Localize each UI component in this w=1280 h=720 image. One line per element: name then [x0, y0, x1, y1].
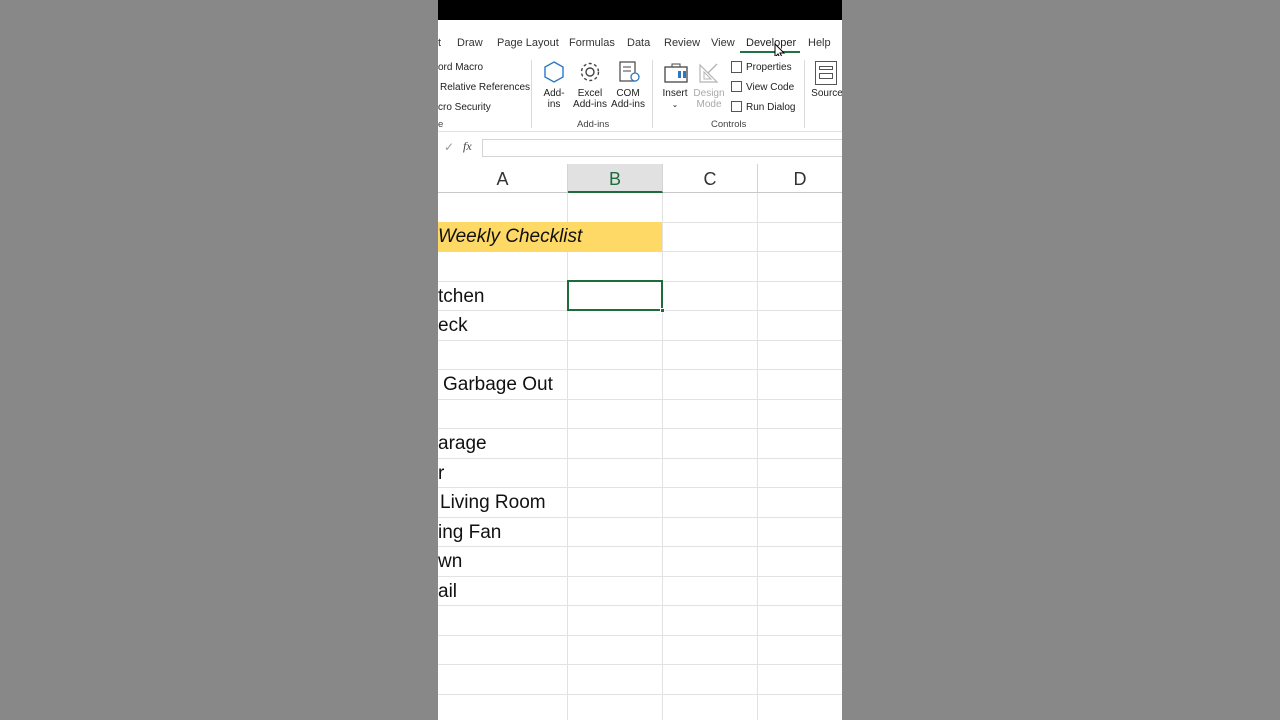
insert-label: Insert [662, 88, 688, 99]
column-header-d[interactable]: D [758, 164, 842, 193]
gridline-vertical [662, 193, 663, 720]
com-addins-button[interactable]: COM Add-ins [610, 88, 646, 110]
com-addins-icon [617, 60, 641, 84]
gridline-vertical [567, 193, 568, 720]
tab-developer[interactable]: Developer [746, 37, 796, 49]
cell-a[interactable]: wn [438, 547, 567, 576]
run-dialog-button[interactable]: Run Dialog [746, 102, 795, 113]
column-header-b[interactable]: B [568, 164, 663, 193]
table-row: Living Room [438, 488, 842, 518]
addins-icon [542, 60, 566, 84]
table-row: eck [438, 311, 842, 341]
title-bar [438, 0, 842, 20]
tab-page-layout[interactable]: Page Layout [497, 37, 559, 49]
table-row [438, 193, 842, 223]
com-addins-label-2: Add-ins [611, 99, 645, 110]
cell-a[interactable] [438, 252, 567, 281]
table-row [438, 665, 842, 695]
com-addins-label-1: COM [616, 88, 640, 99]
tab-review[interactable]: Review [664, 37, 700, 49]
formula-input[interactable] [482, 139, 842, 157]
view-code-icon [731, 81, 742, 92]
record-macro-button[interactable]: ord Macro [438, 62, 483, 73]
cell-a[interactable] [438, 665, 567, 694]
table-row: ing Fan [438, 518, 842, 547]
cell-a[interactable]: arage [438, 429, 567, 458]
cell-a[interactable]: Garbage Out [438, 370, 567, 399]
cell-a[interactable]: ing Fan [438, 518, 567, 547]
chevron-down-icon: ⌄ [671, 100, 679, 109]
excel-window: t Draw Page Layout Formulas Data Review … [438, 0, 842, 720]
tab-data[interactable]: Data [627, 37, 650, 49]
group-separator [652, 60, 653, 128]
ribbon: ord Macro Relative References cro Securi… [438, 56, 842, 132]
active-cell-b4[interactable] [567, 280, 665, 313]
gear-icon [578, 60, 602, 84]
excel-addins-button[interactable]: Excel Add-ins [572, 88, 608, 110]
source-button[interactable]: Source [810, 88, 842, 99]
excel-addins-label-2: Add-ins [573, 99, 607, 110]
group-separator [531, 60, 532, 128]
table-row [438, 400, 842, 429]
view-code-button[interactable]: View Code [746, 82, 794, 93]
cell-a[interactable] [438, 606, 567, 635]
cell-a[interactable]: Living Room [438, 488, 567, 517]
cell-a[interactable]: tchen [438, 282, 567, 311]
source-icon [815, 61, 837, 85]
tab-formulas[interactable]: Formulas [569, 37, 615, 49]
addins-label-2: ins [547, 99, 561, 110]
tab-view[interactable]: View [711, 37, 735, 49]
properties-button[interactable]: Properties [746, 62, 792, 73]
insert-controls-button[interactable]: Insert ⌄ [660, 88, 690, 110]
design-mode-icon [697, 61, 721, 85]
cell-a[interactable] [438, 193, 567, 222]
active-tab-underline [740, 51, 800, 53]
fill-handle[interactable] [660, 308, 665, 313]
tab-insert-partial[interactable]: t [438, 37, 441, 49]
table-row: ail [438, 577, 842, 606]
table-row: Garbage Out [438, 370, 842, 400]
design-mode-button[interactable]: Design Mode [691, 88, 727, 110]
spreadsheet-grid: A B C D tchen eck Garbage Out arage r Living … [438, 164, 842, 720]
enter-check-icon[interactable]: ✓ [444, 140, 454, 154]
table-row [438, 341, 842, 370]
cell-a[interactable] [438, 400, 567, 429]
cell-a[interactable] [438, 341, 567, 370]
gridline-vertical [757, 193, 758, 720]
controls-group-label: Controls [711, 119, 747, 130]
table-row [438, 636, 842, 665]
cell-a[interactable]: r [438, 459, 567, 488]
table-row: wn [438, 547, 842, 577]
column-header-a[interactable]: A [438, 164, 568, 193]
table-row [438, 695, 842, 720]
design-mode-label-2: Mode [696, 99, 722, 110]
cell-a[interactable] [438, 695, 567, 720]
use-relative-references-button[interactable]: Relative References [440, 82, 530, 93]
table-row [438, 606, 842, 636]
toolbox-icon [663, 62, 689, 84]
cell-a[interactable]: eck [438, 311, 567, 340]
insert-function-button[interactable]: fx [463, 139, 472, 154]
group-separator [804, 60, 805, 128]
formula-bar: ✓ fx [438, 137, 842, 159]
checklist-title: Weekly Checklist [438, 226, 583, 247]
tab-draw[interactable]: Draw [457, 37, 483, 49]
column-header-c[interactable]: C [663, 164, 758, 193]
addins-group-label: Add-ins [577, 119, 610, 130]
cell-a[interactable]: ail [438, 577, 567, 606]
macro-security-button[interactable]: cro Security [438, 102, 491, 113]
addins-button[interactable]: Add- ins [538, 88, 570, 110]
excel-addins-label-1: Excel [577, 88, 603, 99]
table-row [438, 252, 842, 282]
run-dialog-icon [731, 101, 742, 112]
table-row: arage [438, 429, 842, 459]
addins-label-1: Add- [543, 88, 565, 99]
properties-icon [731, 61, 742, 73]
tab-help[interactable]: Help [808, 37, 831, 49]
code-group-label: e [438, 119, 444, 130]
table-row: r [438, 459, 842, 488]
design-mode-label-1: Design [693, 88, 725, 99]
cell-a[interactable] [438, 636, 567, 665]
